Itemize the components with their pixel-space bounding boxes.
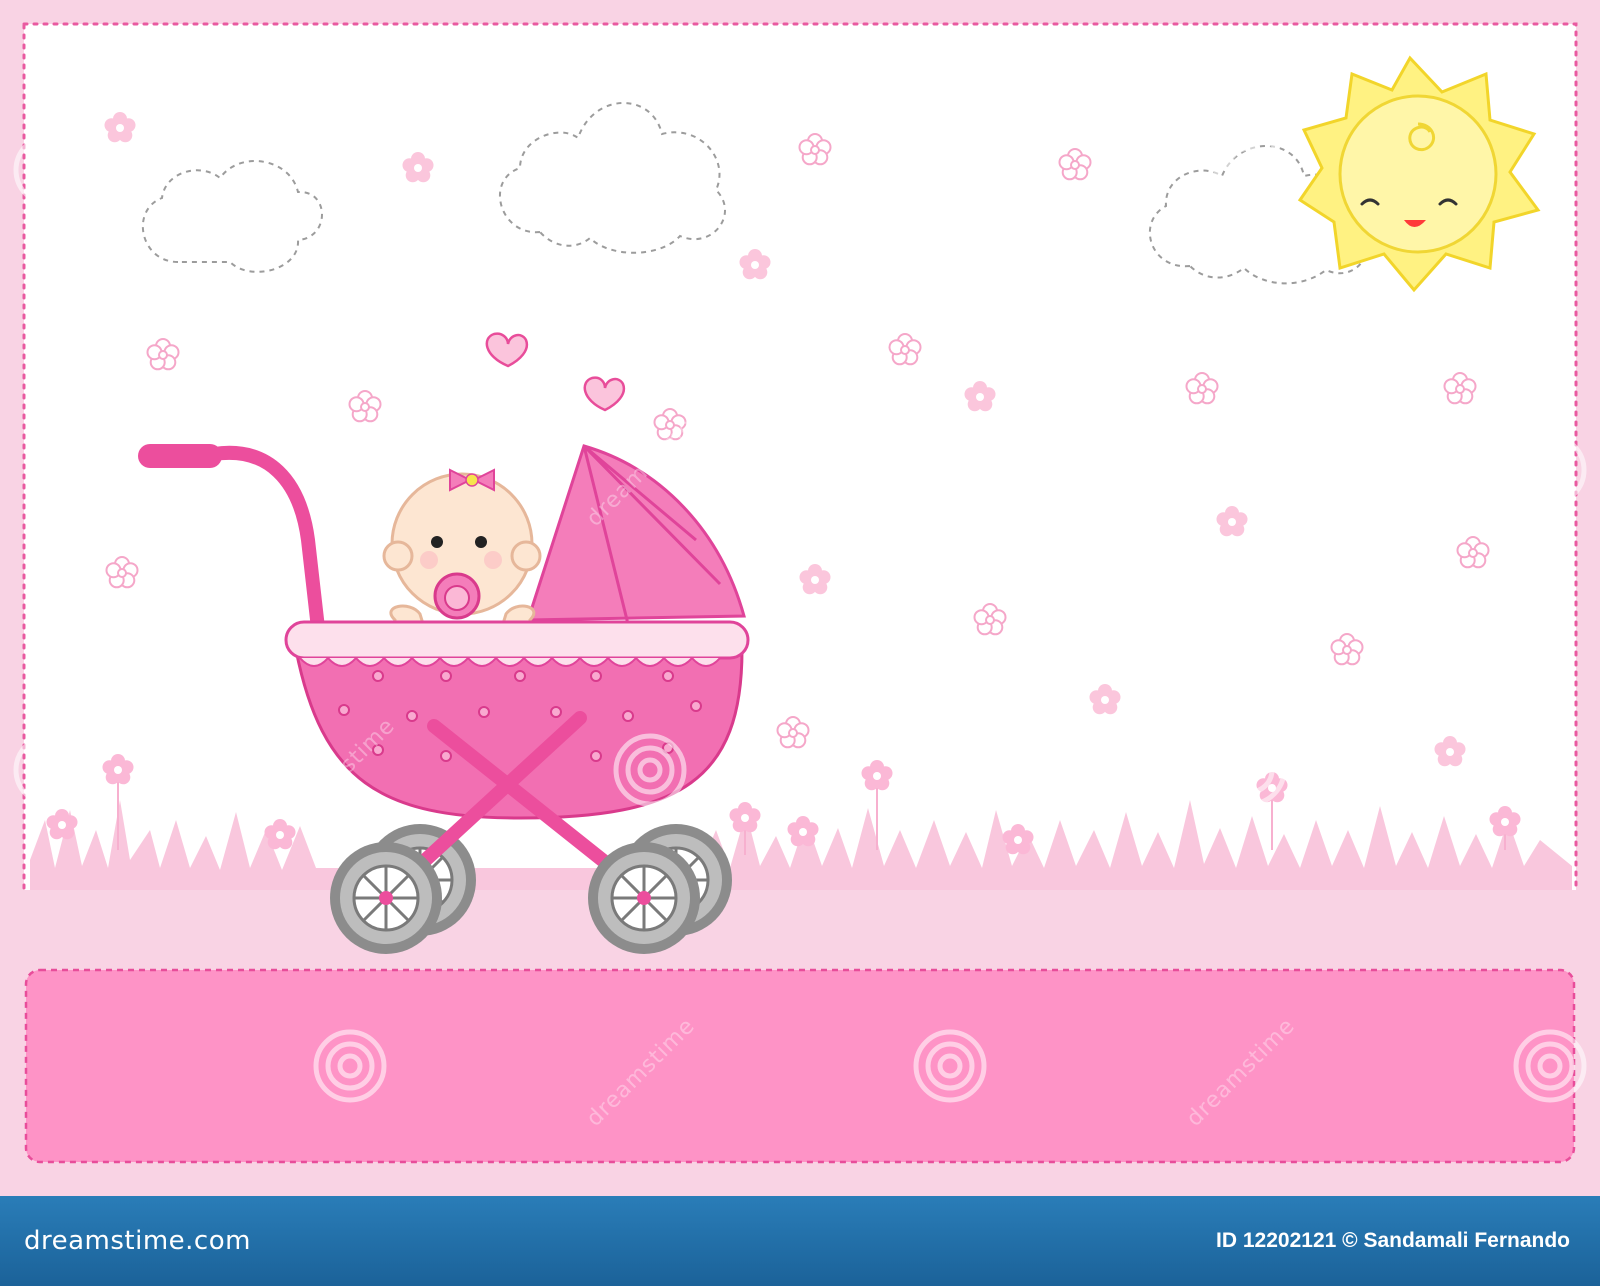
text-banner: [24, 968, 1576, 1164]
baby-card-illustration: [0, 0, 1600, 1196]
footer-bar: dreamstime.com ID 12202121 © Sandamali F…: [0, 1196, 1600, 1286]
brand-logo-text[interactable]: dreamstime.com: [24, 1226, 251, 1256]
image-credit: ID 12202121 © Sandamali Fernando: [1216, 1229, 1570, 1252]
